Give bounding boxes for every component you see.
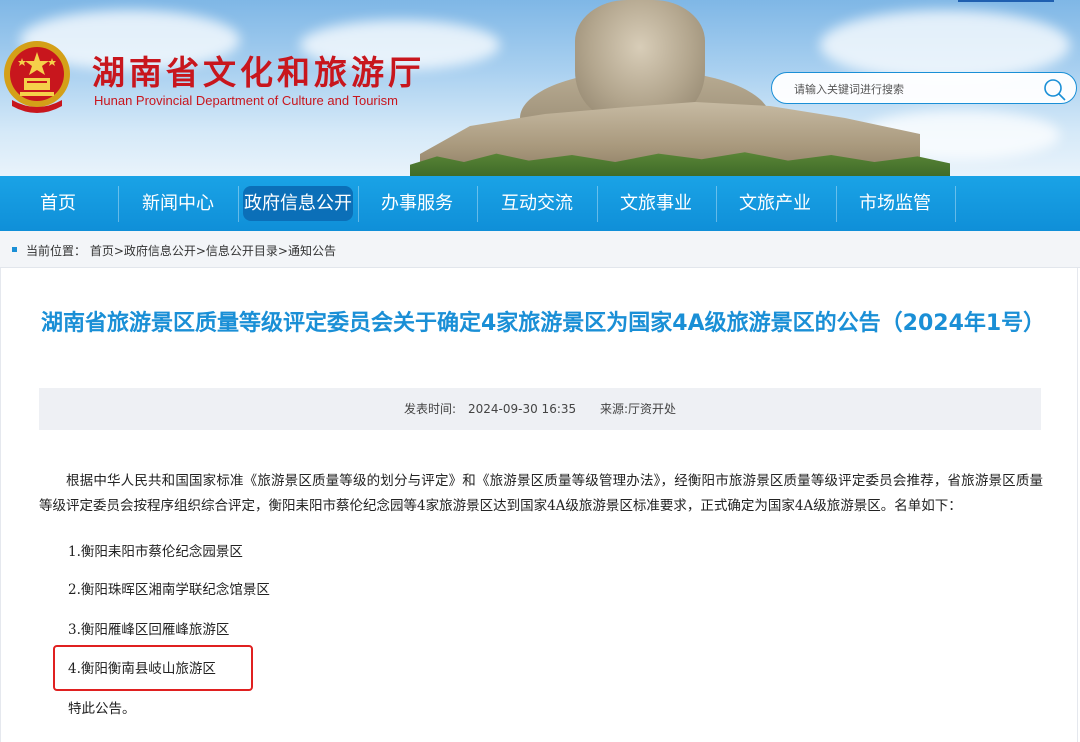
site-banner: 湖南省文化和旅游厅 Hunan Provincial Department of… — [0, 0, 1080, 176]
breadcrumb-text[interactable]: 当前位置： 首页>政府信息公开>信息公开目录>通知公告 — [26, 242, 336, 259]
nav-divider — [358, 186, 359, 222]
article-title: 湖南省旅游景区质量等级评定委员会关于确定4家旅游景区为国家4A级旅游景区的公告（… — [41, 311, 1046, 336]
nav-divider — [955, 186, 956, 222]
banner-statue-head — [575, 0, 705, 118]
search-icon[interactable] — [1043, 77, 1067, 101]
nav-item-gov-info[interactable]: 政府信息公开 — [243, 186, 353, 221]
nav-item-culture-affairs[interactable]: 文旅事业 — [612, 186, 700, 221]
nav-divider — [118, 186, 119, 222]
nav-divider — [238, 186, 239, 222]
source-value: 厅资开处 — [628, 402, 677, 416]
nav-divider — [716, 186, 717, 222]
highlight-annotation-box — [53, 645, 253, 691]
publish-date: 2024-09-30 16:35 — [468, 402, 577, 416]
nav-item-home[interactable]: 首页 — [20, 186, 96, 221]
nav-divider — [836, 186, 837, 222]
nav-item-market-supervision[interactable]: 市场监管 — [851, 186, 939, 221]
article-intro: 根据中华人民共和国国家标准《旅游景区质量等级的划分与评定》和《旅游景区质量等级管… — [39, 473, 1043, 514]
list-item: 3.衡阳雁峰区回雁峰旅游区 — [68, 622, 230, 638]
search-input[interactable] — [794, 80, 1034, 98]
nav-item-culture-industry[interactable]: 文旅产业 — [731, 186, 819, 221]
breadcrumb-bullet-icon — [12, 247, 17, 252]
nav-item-services[interactable]: 办事服务 — [373, 186, 461, 221]
publish-date-label: 发表时间: — [403, 402, 456, 416]
nav-divider — [597, 186, 598, 222]
top-strip — [958, 0, 1054, 2]
banner-cloud — [820, 10, 1070, 80]
nav-item-interaction[interactable]: 互动交流 — [493, 186, 581, 221]
list-item: 2.衡阳珠晖区湘南学联纪念馆景区 — [68, 582, 270, 598]
article-meta: 发表时间: 2024-09-30 16:35 来源:厅资开处 — [39, 388, 1041, 430]
site-title[interactable]: 湖南省文化和旅游厅 — [92, 46, 425, 94]
article-closing: 特此公告。 — [68, 701, 136, 717]
source-label: 来源: — [599, 402, 629, 416]
list-item: 1.衡阳耒阳市蔡伦纪念园景区 — [68, 544, 243, 560]
main-nav: 首页 新闻中心 政府信息公开 办事服务 互动交流 文旅事业 文旅产业 市场监管 — [0, 176, 1080, 231]
nav-item-news[interactable]: 新闻中心 — [134, 186, 222, 221]
article-panel: 湖南省旅游景区质量等级评定委员会关于确定4家旅游景区为国家4A级旅游景区的公告（… — [0, 268, 1078, 742]
breadcrumb: 当前位置： 首页>政府信息公开>信息公开目录>通知公告 — [0, 231, 1080, 268]
nav-divider — [477, 186, 478, 222]
national-emblem-icon[interactable] — [2, 36, 72, 114]
site-subtitle: Hunan Provincial Department of Culture a… — [94, 93, 398, 108]
search-box — [771, 72, 1077, 104]
